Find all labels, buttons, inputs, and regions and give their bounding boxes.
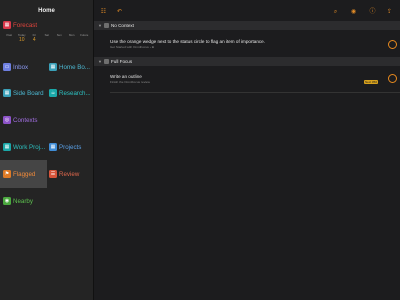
board-icon: ▦ xyxy=(49,63,57,71)
section-header[interactable]: ▼ No Context xyxy=(94,21,400,30)
forecast-days: Past Today 10 Fri 4 Sat Sun Mon Future xyxy=(3,33,91,43)
task-title[interactable]: Use the orange wedge next to the status … xyxy=(110,39,265,44)
forecast-day[interactable]: Today 10 xyxy=(16,33,29,43)
context-icon xyxy=(103,59,109,64)
sidebar-item-label: Inbox xyxy=(13,63,29,71)
sidebar-item-projects[interactable]: ▦ Projects xyxy=(49,133,93,161)
projects-icon: ▦ xyxy=(49,143,57,151)
sidebar-item-research[interactable]: ☕ Research... xyxy=(49,79,93,107)
sidebar-item-review[interactable]: ☰ Review xyxy=(49,160,93,188)
due-badge: Next #50 xyxy=(364,80,379,84)
chevron-down-icon[interactable]: ▼ xyxy=(98,23,102,28)
task-title[interactable]: Write an outline xyxy=(110,74,142,79)
sidebar-item-label: Home Bo... xyxy=(59,63,90,71)
sidebar-item-label: Research... xyxy=(59,89,91,97)
info-icon[interactable]: ⓘ xyxy=(369,9,376,16)
share-icon[interactable]: ⇪ xyxy=(386,9,393,16)
sidebar-item-contexts[interactable]: ◎ Contexts xyxy=(3,106,91,134)
forecast-day[interactable]: Sat xyxy=(41,33,54,43)
status-circle[interactable] xyxy=(388,40,397,49)
sidebar-item-label: Work Proj... xyxy=(13,143,46,151)
sidebar-item-side-board[interactable]: ▦ Side Board xyxy=(3,79,46,107)
coffee-icon: ☕ xyxy=(49,89,57,97)
sidebar-item-work-projects[interactable]: ▦ Work Proj... xyxy=(3,133,46,161)
sidebar-item-label: Review xyxy=(59,170,80,178)
sidebar-title: Home xyxy=(38,8,55,14)
checklist-icon[interactable]: ☷ xyxy=(100,9,107,16)
status-circle[interactable] xyxy=(388,74,397,83)
task-note: Get Started with OmniFocus › ⊕ xyxy=(110,45,155,49)
sidebar-item-label: Flagged xyxy=(13,170,36,178)
row-separator xyxy=(110,92,400,93)
context-icon xyxy=(103,23,109,28)
calendar-icon: ▦ xyxy=(3,21,11,29)
review-icon: ☰ xyxy=(49,170,57,178)
task-row[interactable]: Use the orange wedge next to the status … xyxy=(94,30,400,57)
section-header[interactable]: ▼ Full Focus xyxy=(94,57,400,66)
task-note: Finish the OmniFocus review xyxy=(110,80,150,84)
task-row[interactable]: Write an outline Finish the OmniFocus re… xyxy=(94,66,400,92)
board-icon: ▦ xyxy=(3,89,11,97)
sidebar-item-label: Projects xyxy=(59,143,82,151)
location-icon: ◉ xyxy=(3,197,11,205)
search-icon[interactable]: ⌕ xyxy=(332,9,339,16)
sidebar-item-nearby[interactable]: ◉ Nearby xyxy=(3,187,91,215)
section-title: No Context xyxy=(110,23,134,28)
sidebar-item-flagged[interactable]: ⚑ Flagged xyxy=(0,160,47,188)
forecast-day[interactable]: Future xyxy=(78,33,91,43)
flag-icon: ⚑ xyxy=(3,170,11,178)
sidebar-item-forecast[interactable]: ▦ Forecast Past Today 10 Fri 4 Sat Sun Mon… xyxy=(3,21,91,51)
eye-icon[interactable]: ◉ xyxy=(350,9,357,16)
sidebar-item-label: Side Board xyxy=(13,89,44,97)
forecast-label: Forecast xyxy=(13,21,38,29)
forecast-day[interactable]: Fri 4 xyxy=(28,33,41,43)
chevron-down-icon[interactable]: ▼ xyxy=(98,59,102,64)
forecast-day[interactable]: Sun xyxy=(53,33,66,43)
board-icon: ▦ xyxy=(3,143,11,151)
main-outline: ☷ ↶ ⌕ ◉ ⓘ ⇪ ▼ No Context Use the orange … xyxy=(94,0,400,300)
undo-icon[interactable]: ↶ xyxy=(116,9,123,16)
sidebar-item-inbox[interactable]: ▭ Inbox xyxy=(3,53,46,81)
sidebar-item-home-board[interactable]: ▦ Home Bo... xyxy=(49,53,93,81)
inbox-icon: ▭ xyxy=(3,63,11,71)
section-title: Full Focus xyxy=(110,59,133,64)
contexts-icon: ◎ xyxy=(3,116,11,124)
forecast-day[interactable]: Mon xyxy=(66,33,79,43)
sidebar-item-label: Contexts xyxy=(13,116,38,124)
sidebar: Home ▦ Forecast Past Today 10 Fri 4 Sat Su… xyxy=(0,0,93,300)
sidebar-item-label: Nearby xyxy=(13,197,33,205)
forecast-day[interactable]: Past xyxy=(3,33,16,43)
